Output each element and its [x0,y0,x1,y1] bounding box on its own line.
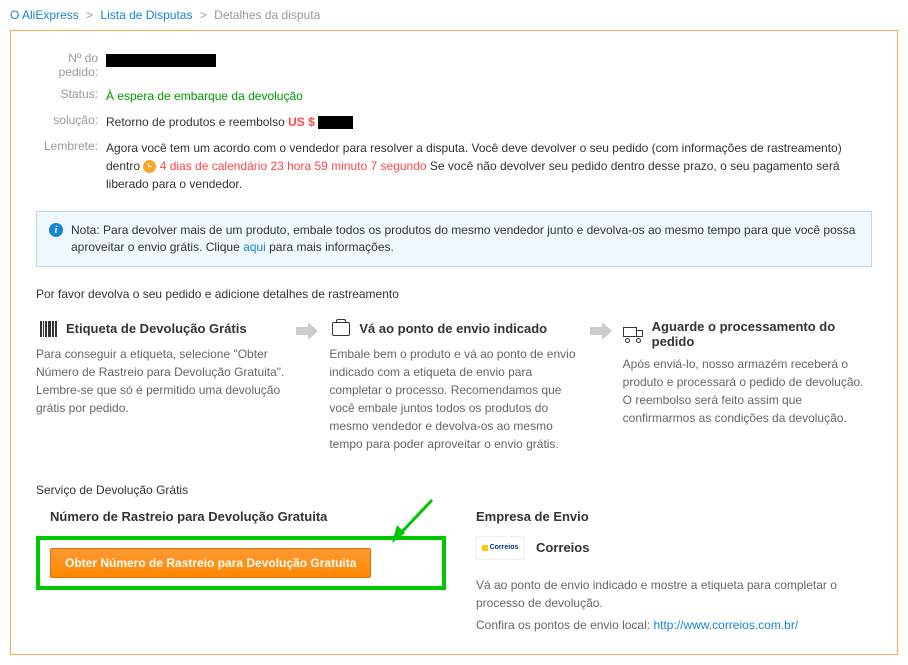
info-icon: i [49,223,63,237]
note-link-here[interactable]: aqui [243,240,266,254]
solution-value: Retorno de produtos e reembolso US $ [106,113,872,131]
dispute-info-table: Nº do pedido: Status: À espera de embarq… [36,51,872,193]
step-3-title: Aguarde o processamento do pedido [652,319,872,349]
dispute-detail-container: Nº do pedido: Status: À espera de embarq… [10,30,898,655]
tracking-number-header: Número de Rastreio para Devolução Gratui… [36,509,446,524]
breadcrumb-link-home[interactable]: O AliExpress [10,8,79,22]
step-3-desc: Após enviá-lo, nosso armazém receberá o … [623,355,872,427]
highlight-box: Obter Número de Rastreio para Devolução … [36,536,446,590]
step-3: Aguarde o processamento do pedido Após e… [623,319,872,427]
order-number-label: Nº do pedido: [36,51,106,79]
countdown-timer: 4 dias de calendário 23 hora 59 minuto 7… [160,159,427,173]
note-text: Nota: Para devolver mais de um produto, … [71,222,859,256]
step-1: Etiqueta de Devolução Grátis Para conseg… [36,319,285,417]
breadcrumb-current: Detalhes da disputa [214,8,320,22]
step-2: Vá ao ponto de envio indicado Embale bem… [329,319,578,453]
get-tracking-number-button[interactable]: Obter Número de Rastreio para Devolução … [50,548,371,578]
shipping-company-name: Correios [536,540,589,555]
shipping-company-column: Empresa de Envio Correios Correios Vá ao… [476,509,872,634]
solution-label: solução: [36,113,106,127]
green-arrow-annotation [387,495,437,545]
status-value: À espera de embarque da devolução [106,89,303,103]
redacted-amount [318,116,353,129]
shipping-instruction-1: Vá ao ponto de envio indicado e mostre a… [476,576,872,612]
correios-logo: Correios [476,536,524,560]
refund-currency: US $ [288,115,318,129]
breadcrumb-separator: > [86,8,93,22]
arrow-right-icon [293,321,321,341]
status-label: Status: [36,87,106,101]
barcode-icon [36,319,60,339]
reminder-label: Lembrete: [36,139,106,153]
return-instruction: Por favor devolva o seu pedido e adicion… [36,287,872,301]
breadcrumb-link-disputes[interactable]: Lista de Disputas [100,8,192,22]
shipping-company-row: Correios Correios [476,536,872,560]
breadcrumb: O AliExpress > Lista de Disputas > Detal… [0,0,908,30]
step-1-desc: Para conseguir a etiqueta, selecione "Ob… [36,345,285,417]
arrow-right-icon [587,321,615,341]
step-1-title: Etiqueta de Devolução Grátis [66,321,247,336]
step-2-title: Vá ao ponto de envio indicado [359,321,547,336]
correios-url-link[interactable]: http://www.correios.com.br/ [653,618,798,632]
shipping-instruction-2: Confira os pontos de envio local: http:/… [476,616,872,634]
tracking-section: Número de Rastreio para Devolução Gratui… [36,509,872,634]
note-box: i Nota: Para devolver mais de um produto… [36,211,872,267]
return-steps: Etiqueta de Devolução Grátis Para conseg… [36,319,872,453]
order-number-value [106,51,872,69]
redacted-order-number [106,54,216,67]
free-return-section-title: Serviço de Devolução Grátis [36,483,872,497]
truck-icon [623,324,646,344]
tracking-number-column: Número de Rastreio para Devolução Gratui… [36,509,446,634]
breadcrumb-separator: > [200,8,207,22]
reminder-value: Agora você tem um acordo com o vendedor … [106,139,872,193]
clock-icon [143,160,156,173]
shipping-company-header: Empresa de Envio [476,509,872,524]
package-icon [329,319,353,339]
step-2-desc: Embale bem o produto e vá ao ponto de en… [329,345,578,453]
